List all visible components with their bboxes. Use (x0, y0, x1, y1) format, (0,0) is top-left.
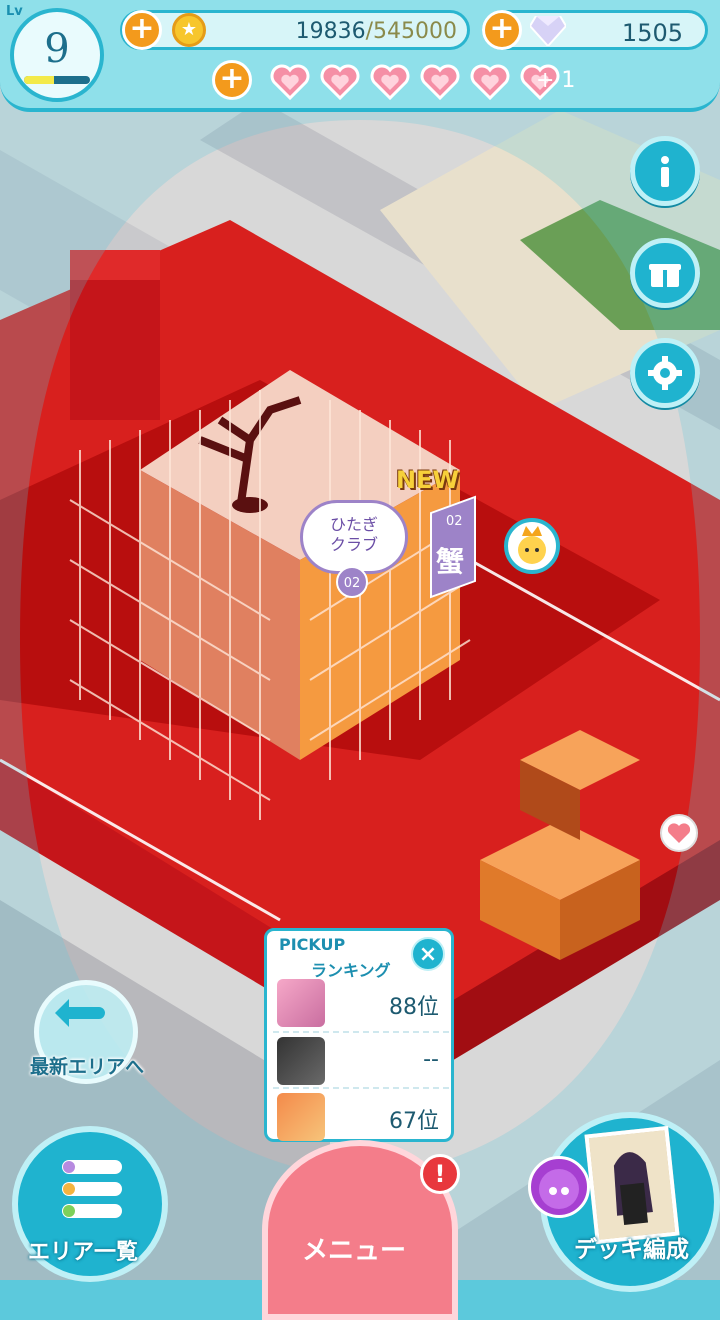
mascot-icon (539, 1169, 579, 1209)
info-icon (661, 156, 669, 187)
ranking-title-1: PICKUP (279, 935, 346, 954)
exp-bar (24, 76, 90, 84)
menu-label: メニュー (302, 1236, 407, 1266)
add-heart-button[interactable]: + (212, 60, 252, 100)
ranking-value: 67位 (389, 1109, 439, 1134)
level-badge[interactable]: 9 (10, 8, 104, 102)
ranking-row[interactable]: 67位 (273, 1087, 449, 1145)
character-portrait-icon (588, 1130, 676, 1240)
settings-button[interactable] (630, 338, 700, 408)
diamond-icon (530, 16, 566, 46)
ranking-row[interactable]: -- (273, 1031, 449, 1089)
heart-icon (320, 64, 360, 100)
gift-button[interactable] (630, 238, 700, 308)
return-arrow-icon (55, 999, 105, 1027)
speech-badge: 02 (336, 566, 368, 598)
ranking-close-button[interactable]: × (411, 937, 445, 971)
speech-line-1: ひたぎ (329, 515, 378, 534)
deck-edit-label: デッキ編成 (574, 1237, 689, 1263)
heart-icon (420, 64, 460, 100)
level-value: 9 (44, 26, 70, 72)
add-coin-button[interactable]: + (122, 10, 162, 50)
character-face-icon (518, 526, 546, 564)
deck-card-image (584, 1125, 680, 1245)
area-speech-bubble[interactable]: ひたぎ クラブ (300, 500, 408, 574)
heart-icon (667, 823, 691, 843)
coin-text: 19836/545000 (296, 19, 457, 44)
speech-line-2: クラブ (329, 535, 378, 554)
info-button[interactable] (630, 136, 700, 206)
deck-mascot (528, 1156, 590, 1218)
coin-icon: ★ (172, 13, 206, 47)
gem-text: 1505 (621, 19, 683, 47)
heart-icon (370, 64, 410, 100)
list-icon (62, 1160, 122, 1218)
gear-icon (648, 356, 682, 390)
gift-icon (649, 263, 681, 287)
coin-current: 19836 (295, 19, 366, 44)
ranking-value: 88位 (389, 995, 439, 1020)
heart-pin[interactable] (660, 814, 698, 852)
area-list-label: エリア一覧 (28, 1240, 139, 1265)
pickup-ranking-panel: PICKUP ランキング × 88位 -- 67位 (264, 928, 454, 1142)
ranking-avatar (277, 979, 325, 1027)
exp-bar-fill (24, 76, 54, 84)
latest-area-label: 最新エリアへ (30, 1056, 145, 1078)
level-tag: Lv (6, 4, 23, 19)
alert-icon: ! (420, 1154, 460, 1194)
heart-icon (270, 64, 310, 100)
ranking-value: -- (423, 1047, 439, 1072)
add-gem-button[interactable]: + (482, 10, 522, 50)
heart-extra: + 1 (536, 68, 576, 93)
ranking-avatar (277, 1093, 325, 1141)
ranking-row[interactable]: 88位 (273, 975, 449, 1031)
coin-max: /545000 (365, 19, 457, 44)
flag-number: 02 (446, 514, 463, 529)
new-label: NEW (396, 466, 459, 494)
heart-icon (470, 64, 510, 100)
ranking-avatar (277, 1037, 325, 1085)
character-pin[interactable] (504, 518, 560, 574)
flag-character: 蟹 (436, 545, 465, 578)
